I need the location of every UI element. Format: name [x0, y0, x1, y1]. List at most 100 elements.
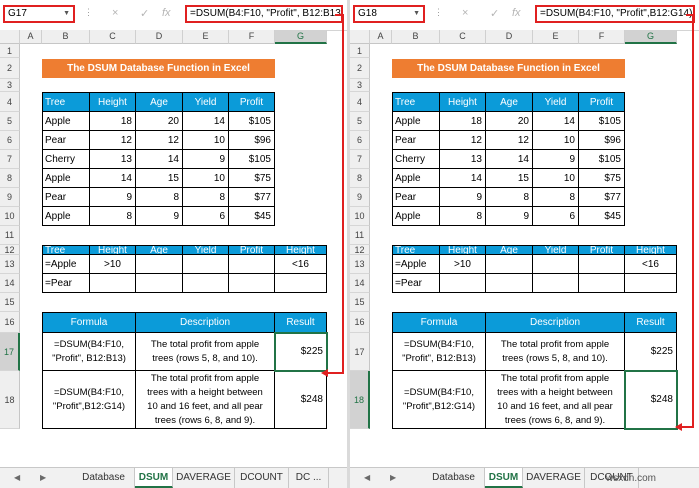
cancel-icon[interactable]: ×: [462, 7, 468, 19]
row-header-14[interactable]: 14: [350, 274, 370, 293]
row-header-4[interactable]: 4: [350, 92, 370, 112]
column-header-e[interactable]: E: [533, 30, 579, 44]
tab-scroll-left-icon[interactable]: ◀: [14, 468, 20, 488]
name-box[interactable]: G17 ▼: [3, 5, 75, 23]
row-header-8[interactable]: 8: [350, 169, 370, 188]
tab-database[interactable]: Database: [73, 468, 135, 488]
formula-bar-grip-icon: ⋮: [84, 7, 93, 17]
formula-input[interactable]: =DSUM(B4:F10, "Profit", B12:B13): [185, 5, 343, 23]
row-header-9[interactable]: 9: [350, 188, 370, 207]
row-header-7[interactable]: 7: [350, 150, 370, 169]
row-header-13[interactable]: 13: [0, 255, 20, 274]
db-cell: 9: [486, 207, 533, 226]
column-header-a[interactable]: A: [370, 30, 392, 44]
db-cell: 18: [440, 112, 486, 131]
row-header-16[interactable]: 16: [350, 312, 370, 333]
db-cell: $77: [579, 188, 625, 207]
tab-dc-more[interactable]: DC ...: [289, 468, 329, 488]
tab-daverage[interactable]: DAVERAGE: [173, 468, 235, 488]
row-header-1[interactable]: 1: [350, 44, 370, 58]
name-box[interactable]: G18 ▼: [353, 5, 425, 23]
row-header-2[interactable]: 2: [0, 58, 20, 79]
db-cell: 9: [183, 150, 229, 169]
tab-daverage[interactable]: DAVERAGE: [523, 468, 585, 488]
column-header-d[interactable]: D: [486, 30, 533, 44]
row-header-13[interactable]: 13: [350, 255, 370, 274]
tab-dcount[interactable]: DCOUNT: [235, 468, 289, 488]
row-header-14[interactable]: 14: [0, 274, 20, 293]
row-header-12[interactable]: 12: [0, 245, 20, 255]
db-cell: 13: [440, 150, 486, 169]
row-header-17[interactable]: 17: [0, 333, 20, 371]
row-header-10[interactable]: 10: [0, 207, 20, 226]
row-header-15[interactable]: 15: [0, 293, 20, 312]
db-cell: 14: [136, 150, 183, 169]
criteria-cell: [486, 274, 533, 293]
row-header-9[interactable]: 9: [0, 188, 20, 207]
row-header-5[interactable]: 5: [350, 112, 370, 131]
criteria-cell: [486, 255, 533, 274]
column-header-c[interactable]: C: [440, 30, 486, 44]
column-header-e[interactable]: E: [183, 30, 229, 44]
criteria-header-cell: Tree: [392, 245, 440, 255]
row-header-3[interactable]: 3: [0, 79, 20, 92]
column-header-b[interactable]: B: [42, 30, 90, 44]
enter-icon[interactable]: ✓: [140, 7, 149, 20]
db-cell: 8: [183, 188, 229, 207]
function-icon[interactable]: fx: [162, 7, 171, 19]
column-header-g[interactable]: G: [275, 30, 327, 44]
row-header-11[interactable]: 11: [0, 226, 20, 245]
select-all-corner[interactable]: [350, 30, 370, 44]
row-header-4[interactable]: 4: [0, 92, 20, 112]
row-header-2[interactable]: 2: [350, 58, 370, 79]
row-header-1[interactable]: 1: [0, 44, 20, 58]
row-header-6[interactable]: 6: [350, 131, 370, 150]
row-header-18[interactable]: 18: [0, 371, 20, 429]
db-cell: 9: [440, 188, 486, 207]
tab-scroll-left-icon[interactable]: ◀: [364, 468, 370, 488]
function-icon[interactable]: fx: [512, 7, 521, 19]
column-header-f[interactable]: F: [579, 30, 625, 44]
db-cell: 6: [533, 207, 579, 226]
result-formula-cell: =DSUM(B4:F10, "Profit", B12:B13): [392, 333, 486, 371]
db-cell: $77: [229, 188, 275, 207]
row-header-10[interactable]: 10: [350, 207, 370, 226]
row-header-16[interactable]: 16: [0, 312, 20, 333]
row-header-18[interactable]: 18: [350, 371, 370, 429]
cancel-icon[interactable]: ×: [112, 7, 118, 19]
row-header-6[interactable]: 6: [0, 131, 20, 150]
tab-scroll-right-icon[interactable]: ▶: [40, 468, 46, 488]
column-header-a[interactable]: A: [20, 30, 42, 44]
column-header-f[interactable]: F: [229, 30, 275, 44]
chevron-down-icon[interactable]: ▼: [63, 7, 70, 21]
db-cell: Pear: [392, 188, 440, 207]
active-cell-outline[interactable]: [274, 332, 328, 372]
chevron-down-icon[interactable]: ▼: [413, 7, 420, 21]
row-header-5[interactable]: 5: [0, 112, 20, 131]
result-value-cell: $248: [275, 371, 327, 429]
db-header-cell: Height: [440, 92, 486, 112]
row-header-11[interactable]: 11: [350, 226, 370, 245]
row-header-15[interactable]: 15: [350, 293, 370, 312]
row-header-8[interactable]: 8: [0, 169, 20, 188]
enter-icon[interactable]: ✓: [490, 7, 499, 20]
column-header-g[interactable]: G: [625, 30, 677, 44]
tab-scroll-right-icon[interactable]: ▶: [390, 468, 396, 488]
select-all-corner[interactable]: [0, 30, 20, 44]
tab-dsum[interactable]: DSUM: [135, 468, 173, 488]
tab-dsum[interactable]: DSUM: [485, 468, 523, 488]
result-header-formula: Formula: [392, 312, 486, 333]
column-header-b[interactable]: B: [392, 30, 440, 44]
row-header-12[interactable]: 12: [350, 245, 370, 255]
column-header-d[interactable]: D: [136, 30, 183, 44]
row-header-17[interactable]: 17: [350, 333, 370, 371]
formula-input[interactable]: =DSUM(B4:F10, "Profit",B12:G14): [535, 5, 695, 23]
db-cell: 20: [486, 112, 533, 131]
row-header-7[interactable]: 7: [0, 150, 20, 169]
result-formula-cell: =DSUM(B4:F10, "Profit",B12:G14): [392, 371, 486, 429]
tab-database[interactable]: Database: [423, 468, 485, 488]
active-cell-outline[interactable]: [624, 370, 678, 430]
row-header-3[interactable]: 3: [350, 79, 370, 92]
column-header-c[interactable]: C: [90, 30, 136, 44]
db-cell: $105: [579, 112, 625, 131]
